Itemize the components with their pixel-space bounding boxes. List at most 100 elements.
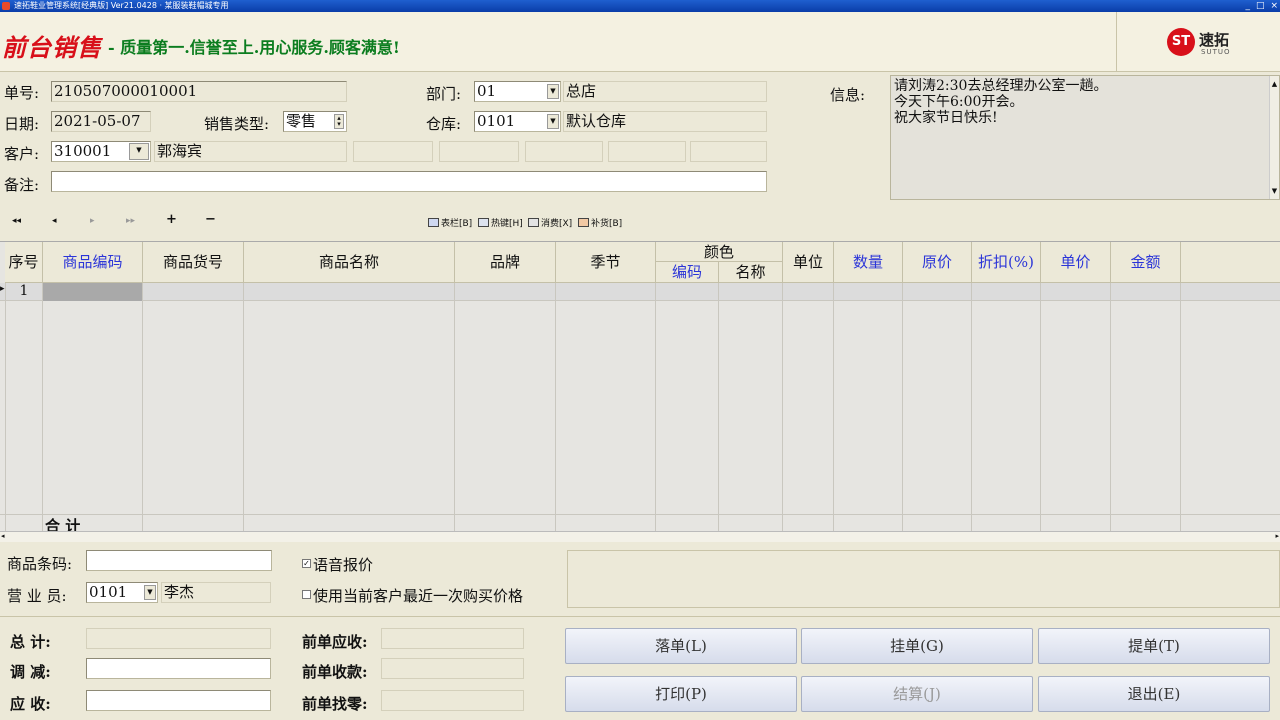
table-icon (428, 218, 439, 227)
hotkeys-label: 热键[H] (491, 219, 523, 229)
info-line: 今天下午6:00开会。 (894, 94, 1024, 110)
app-icon (2, 2, 10, 10)
col-header-amount[interactable]: 金额 (1111, 242, 1181, 283)
info-line: 祝大家节日快乐! (894, 110, 998, 126)
info-scrollbar[interactable]: ▲ ▼ (1269, 76, 1279, 199)
horizontal-scrollbar[interactable]: ◂ ▸ (0, 531, 1280, 542)
post-order-button[interactable]: 落单(L) (565, 628, 797, 664)
barcode-label: 商品条码: (7, 555, 73, 573)
grid-col (903, 283, 972, 532)
next-record-icon[interactable]: ▸ (90, 216, 95, 226)
col-header-brand[interactable]: 品牌 (455, 242, 556, 283)
prev-received-label: 前单收款: (302, 663, 368, 681)
order-no-field: 210507000010001 (51, 81, 347, 102)
clerk-label: 营 业 员: (7, 587, 67, 605)
keyboard-icon (478, 218, 489, 227)
customer-label: 客户: (4, 145, 40, 163)
chevron-down-icon[interactable]: ▼ (144, 585, 156, 600)
total-field (86, 628, 271, 649)
voice-quote-label[interactable]: 语音报价 (313, 554, 373, 575)
consume-button[interactable]: 消费[X] (528, 216, 572, 229)
grid-col (719, 283, 783, 532)
col-header-code[interactable]: 商品编码 (43, 242, 143, 283)
settle-button[interactable]: 结算(J) (801, 676, 1033, 712)
col-header-color-code[interactable]: 编码 (656, 262, 719, 283)
order-no-label: 单号: (4, 84, 40, 102)
prev-received-field (381, 658, 524, 679)
voice-quote-checkbox[interactable]: ✓ (302, 559, 311, 568)
receivable-label: 应 收: (10, 695, 51, 713)
clerk-code-value: 0101 (89, 583, 128, 601)
brand-logo: ST 速拓 SUTUO (1116, 12, 1280, 72)
dept-name-field: 总店 (563, 81, 767, 102)
last-price-checkbox[interactable] (302, 590, 311, 599)
col-header-season[interactable]: 季节 (556, 242, 656, 283)
warehouse-select[interactable]: 0101 ▼ (474, 111, 561, 132)
remark-input[interactable] (51, 171, 767, 192)
grid-col (556, 283, 656, 532)
scroll-right-icon[interactable]: ▸ (1275, 532, 1279, 540)
fetch-order-button[interactable]: 提单(T) (1038, 628, 1270, 664)
col-header-item-no[interactable]: 商品货号 (143, 242, 244, 283)
customer-extra-field-5 (690, 141, 767, 162)
minimize-button[interactable]: _ (1245, 0, 1250, 12)
chevron-down-icon[interactable]: ▼ (547, 84, 559, 99)
delete-row-button[interactable]: − (205, 212, 216, 227)
col-header-color-name[interactable]: 名称 (719, 262, 783, 283)
info-line: 请刘涛2:30去总经理办公室一趟。 (894, 78, 1108, 94)
grid-col (455, 283, 556, 532)
hotkeys-button[interactable]: 热键[H] (478, 216, 523, 229)
barcode-input[interactable] (86, 550, 272, 571)
exit-button[interactable]: 退出(E) (1038, 676, 1270, 712)
remark-label: 备注: (4, 176, 40, 194)
warehouse-code-value: 0101 (477, 112, 516, 130)
spinner-icon[interactable]: ▴ ▾ (334, 114, 344, 129)
col-header-price[interactable]: 单价 (1041, 242, 1111, 283)
date-label: 日期: (4, 115, 40, 133)
chevron-down-icon[interactable]: ▼ (547, 114, 559, 129)
consume-label: 消费[X] (541, 219, 573, 229)
info-message-box[interactable]: 请刘涛2:30去总经理办公室一趟。 今天下午6:00开会。 祝大家节日快乐! ▲… (890, 75, 1280, 200)
col-header-discount[interactable]: 折扣(%) (972, 242, 1041, 283)
page-heading: 前台销售 (2, 33, 102, 62)
adjust-label: 调 减: (10, 663, 51, 681)
col-header-orig-price[interactable]: 原价 (903, 242, 972, 283)
grid-col (1111, 283, 1181, 532)
col-header-seq[interactable]: 序号 (5, 242, 43, 283)
adjust-input[interactable] (86, 658, 271, 679)
slogan: - 质量第一.信誉至上.用心服务.顾客满意! (108, 38, 400, 57)
scroll-left-icon[interactable]: ◂ (1, 532, 5, 540)
dept-select[interactable]: 01 ▼ (474, 81, 561, 102)
maximize-button[interactable]: □ (1256, 0, 1265, 12)
grid-col (143, 283, 244, 532)
col-header-color[interactable]: 颜色 (656, 242, 783, 262)
col-header-name[interactable]: 商品名称 (244, 242, 455, 283)
restock-label: 补货[B] (591, 219, 623, 229)
sales-grid[interactable]: 序号 商品编码 商品货号 商品名称 品牌 季节 颜色 编码 名称 单位 数量 原… (0, 241, 1280, 535)
last-record-icon[interactable]: ▸▸ (126, 216, 135, 226)
col-header-unit[interactable]: 单位 (783, 242, 834, 283)
grid-col (656, 283, 719, 532)
clerk-select[interactable]: 0101 ▼ (86, 582, 158, 603)
restock-icon (578, 218, 589, 227)
col-header-qty[interactable]: 数量 (834, 242, 903, 283)
restock-button[interactable]: 补货[B] (578, 216, 622, 229)
prev-record-icon[interactable]: ◂ (52, 216, 57, 226)
sale-type-select[interactable]: 零售 ▴ ▾ (283, 111, 347, 132)
customer-code-select[interactable]: 310001 ▼ (51, 141, 151, 162)
prev-receivable-field (381, 628, 524, 649)
consume-icon (528, 218, 539, 227)
date-field[interactable]: 2021-05-07 (51, 111, 151, 132)
receivable-input[interactable] (86, 690, 271, 711)
hold-order-button[interactable]: 挂单(G) (801, 628, 1033, 664)
sale-type-label: 销售类型: (204, 115, 270, 133)
last-price-label[interactable]: 使用当前客户最近一次购买价格 (313, 585, 523, 606)
add-row-button[interactable]: + (166, 212, 177, 227)
print-button[interactable]: 打印(P) (565, 676, 797, 712)
columns-button[interactable]: 表栏[B] (428, 216, 472, 229)
warehouse-label: 仓库: (426, 115, 462, 133)
close-button[interactable]: × (1270, 0, 1278, 12)
clerk-name-field: 李杰 (161, 582, 271, 603)
first-record-icon[interactable]: ◂◂ (12, 216, 21, 226)
chevron-down-icon[interactable]: ▼ (129, 143, 149, 160)
